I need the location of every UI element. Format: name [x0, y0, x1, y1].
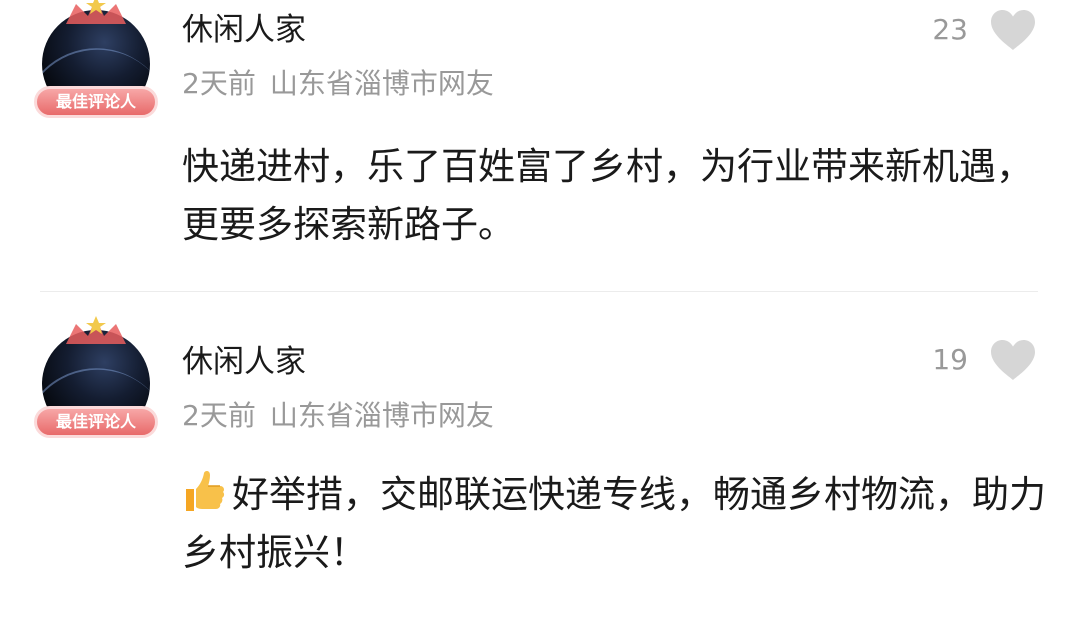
- avatar[interactable]: 最佳评论人: [28, 0, 164, 136]
- comment-meta: 2天前 山东省淄博市网友: [182, 66, 494, 102]
- like-count: 19: [932, 343, 968, 376]
- comment-location: 山东省淄博市网友: [269, 67, 494, 100]
- comment-time: 2天前: [182, 67, 256, 100]
- comment-text: 快递进村，乐了百姓富了乡村，为行业带来新机遇，更要多探索新路子。: [182, 145, 1033, 246]
- avatar[interactable]: 最佳评论人: [28, 316, 164, 456]
- best-commenter-badge: 最佳评论人: [34, 86, 158, 118]
- crown-icon: [66, 0, 126, 24]
- heart-icon[interactable]: [988, 8, 1038, 52]
- comment-meta: 2天前 山东省淄博市网友: [182, 398, 494, 434]
- username[interactable]: 休闲人家: [182, 342, 306, 382]
- username[interactable]: 休闲人家: [182, 10, 306, 50]
- divider: [40, 291, 1038, 292]
- comment-item: 最佳评论人 休闲人家 2天前 山东省淄博市网友 19 好举措，交邮联运快递专线，畅…: [0, 316, 1074, 633]
- like-count: 23: [932, 13, 968, 46]
- comment-item: 最佳评论人 休闲人家 2天前 山东省淄博市网友 23 快递进村，乐了百姓富了乡村，…: [0, 0, 1074, 290]
- comment-location: 山东省淄博市网友: [269, 399, 494, 432]
- best-commenter-badge: 最佳评论人: [34, 406, 158, 438]
- thumbs-up-icon: [186, 470, 225, 511]
- comment-text: 好举措，交邮联运快递专线，畅通乡村物流，助力乡村振兴！: [182, 466, 1052, 582]
- comment-time: 2天前: [182, 399, 256, 432]
- crown-icon: [66, 316, 126, 344]
- heart-icon[interactable]: [988, 338, 1038, 382]
- comment-text-body: 好举措，交邮联运快递专线，畅通乡村物流，助力乡村振兴！: [182, 473, 1046, 574]
